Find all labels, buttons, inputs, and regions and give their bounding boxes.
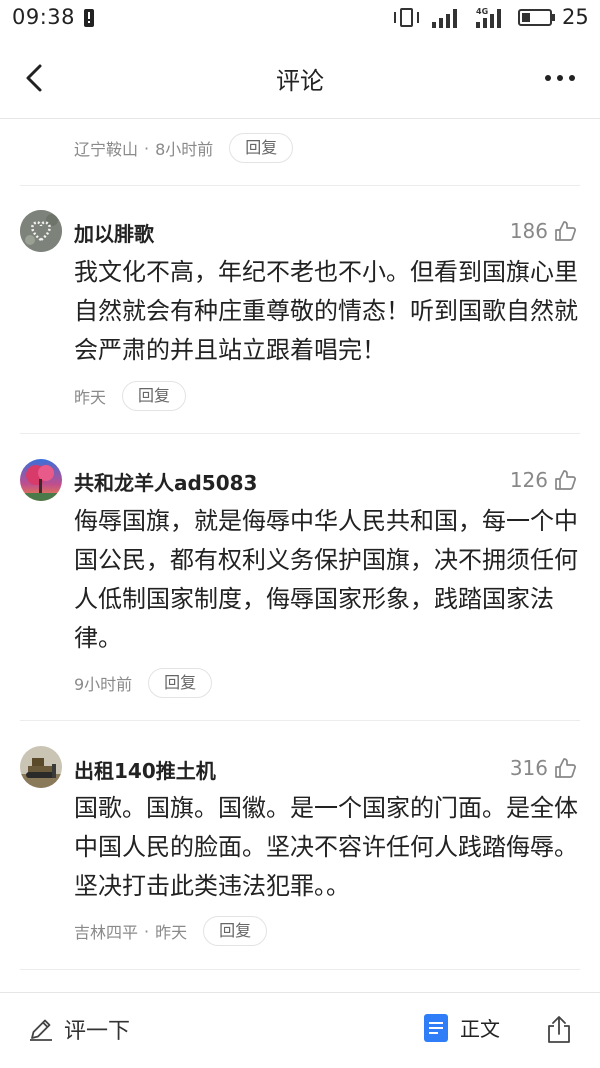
comment-time: 9小时前 xyxy=(74,675,133,694)
back-button[interactable] xyxy=(18,58,54,98)
comment-location: 辽宁鞍山 xyxy=(74,140,139,159)
comment-username[interactable]: 加以腓歌 xyxy=(74,218,154,247)
status-bar: 09:38 4G 25 xyxy=(0,0,600,36)
comment-text: 我文化不高，年纪不老也不小。但看到国旗心里自然就会有种庄重尊敬的情态！听到国歌自… xyxy=(74,258,578,364)
divider xyxy=(20,185,580,186)
reply-button[interactable]: 回复 xyxy=(203,916,268,946)
comment-meta: 吉林四平 · 昨天 回复 xyxy=(74,916,268,946)
divider xyxy=(20,720,580,721)
reply-button[interactable]: 回复 xyxy=(148,668,213,698)
article-button[interactable]: 正文 xyxy=(424,1013,500,1042)
more-dot xyxy=(569,75,575,81)
battery-percent: 25 xyxy=(562,5,589,29)
comment-meta: 辽宁鞍山 · 8小时前 回复 xyxy=(74,133,294,163)
comment-meta: 9小时前 回复 xyxy=(74,668,213,698)
status-time: 09:38 xyxy=(12,5,76,29)
vibrate-icon-right-mark xyxy=(417,12,419,23)
comment-username[interactable]: 共和龙羊人ad5083 xyxy=(74,467,257,496)
battery-icon xyxy=(518,9,552,26)
write-comment-label: 评一下 xyxy=(64,1019,131,1044)
more-options-button[interactable] xyxy=(542,64,578,94)
article-label: 正文 xyxy=(460,1017,500,1041)
meta-separator: · xyxy=(144,138,150,158)
network-type: 4G xyxy=(476,7,489,16)
like-count: 186 xyxy=(509,219,548,243)
comment-time: 8小时前 xyxy=(155,140,214,159)
status-icons: 4G 25 xyxy=(394,5,589,30)
signal-4g-icon: 4G xyxy=(476,7,506,28)
like-button[interactable]: 126 xyxy=(510,468,576,492)
avatar[interactable] xyxy=(20,746,62,788)
divider xyxy=(20,433,580,434)
like-button[interactable]: 186 xyxy=(510,219,576,243)
reply-button[interactable]: 回复 xyxy=(229,133,294,163)
share-button[interactable] xyxy=(544,1015,574,1045)
comment-time: 昨天 xyxy=(155,923,188,942)
heart-pebbles-avatar-icon xyxy=(20,210,62,252)
article-doc-icon xyxy=(424,1013,448,1042)
vibrate-icon-left-mark xyxy=(394,12,396,23)
like-count: 316 xyxy=(509,756,548,780)
avatar[interactable] xyxy=(20,459,62,501)
thumbs-up-icon xyxy=(555,221,576,241)
comment-meta: 昨天 回复 xyxy=(74,381,187,411)
avatar[interactable] xyxy=(20,210,62,252)
like-button[interactable]: 316 xyxy=(510,756,576,780)
page-header: 评论 xyxy=(0,36,600,119)
comment-time: 昨天 xyxy=(74,388,107,407)
battery-fill xyxy=(522,13,530,22)
comment-text: 国歌。国旗。国徽。是一个国家的门面。是全体中国人民的脸面。坚决不容许任何人践踏侮… xyxy=(74,794,578,900)
chevron-left-icon xyxy=(26,64,42,92)
comment-text: 侮辱国旗，就是侮辱中华人民共和国，每一个中国公民，都有权利义务保护国旗，决不拥须… xyxy=(74,507,578,652)
pencil-icon xyxy=(30,1019,52,1041)
bulldozer-avatar-icon xyxy=(20,746,62,788)
signal-icon xyxy=(432,8,462,28)
write-comment-button[interactable]: 评一下 xyxy=(28,1013,130,1045)
page-title: 评论 xyxy=(276,67,324,95)
like-count: 126 xyxy=(509,468,548,492)
share-icon xyxy=(548,1016,570,1043)
vibrate-icon xyxy=(400,8,413,27)
divider xyxy=(20,969,580,970)
comment-location: 吉林四平 xyxy=(74,923,139,942)
thumbs-up-icon xyxy=(555,758,576,778)
more-dot xyxy=(545,75,551,81)
battery-cap xyxy=(552,14,555,21)
thumbs-up-icon xyxy=(555,470,576,490)
more-dot xyxy=(557,75,563,81)
reply-button[interactable]: 回复 xyxy=(122,381,187,411)
alert-icon xyxy=(84,9,94,27)
comment-username[interactable]: 出租140推土机 xyxy=(74,755,216,784)
meta-separator: · xyxy=(144,921,150,941)
bottom-action-bar: 评一下 正文 xyxy=(0,992,600,1068)
tree-sunset-avatar-icon xyxy=(20,459,62,501)
